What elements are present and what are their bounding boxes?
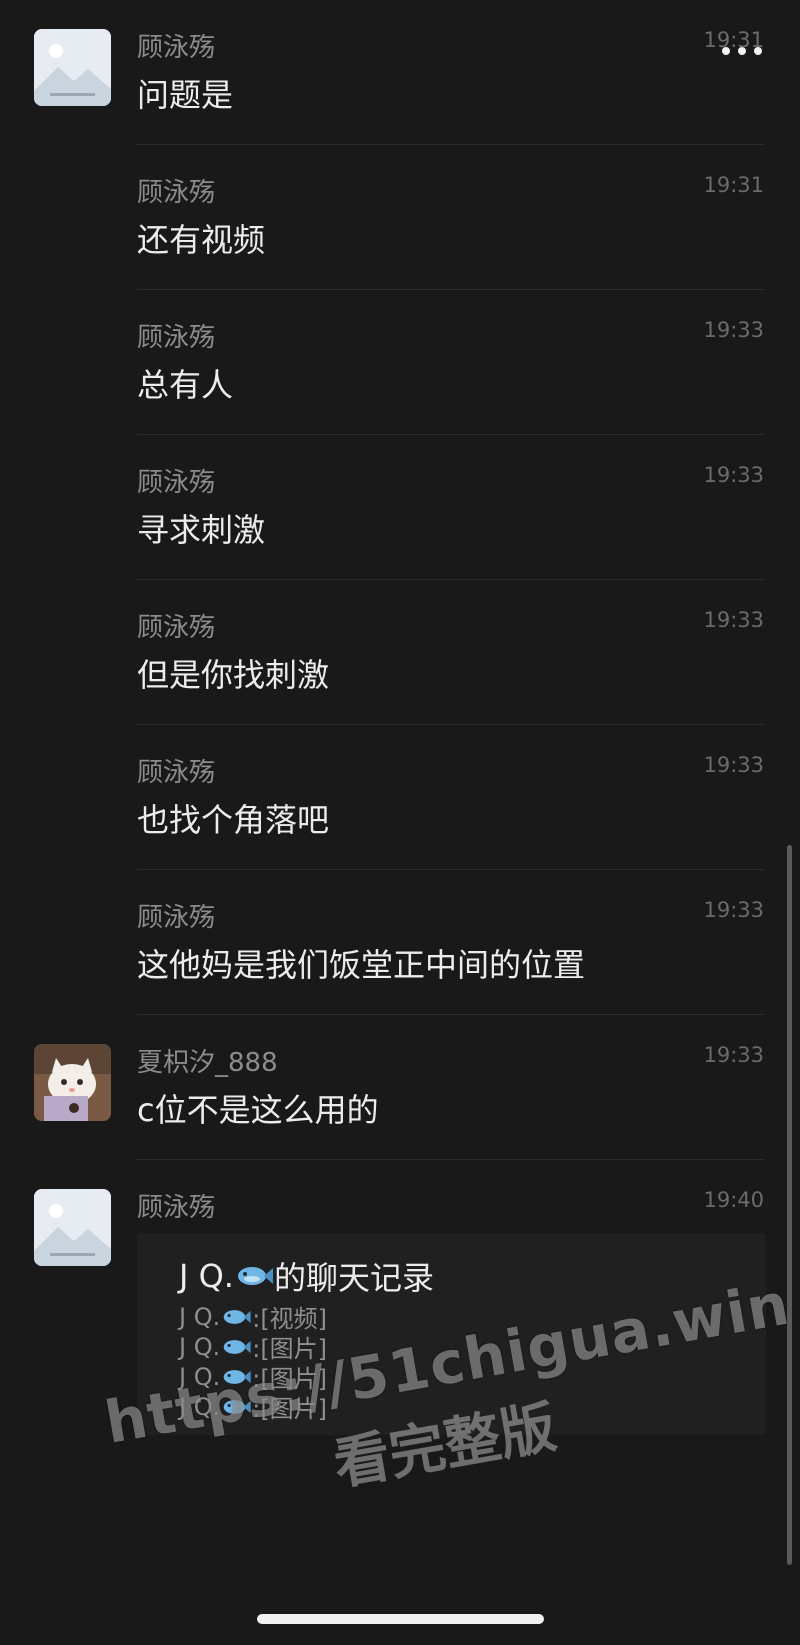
message-item[interactable]: 顾泳殇 19:33 也找个角落吧 <box>0 725 800 870</box>
message-text[interactable]: 总有人 <box>137 360 233 406</box>
chat-record-title: J Q. 的聊天记录 <box>179 1253 434 1299</box>
message-time: 19:33 <box>703 1043 764 1067</box>
message-item[interactable]: 顾泳殇 19:31 还有视频 <box>0 145 800 290</box>
message-time: 19:31 <box>703 173 764 197</box>
sender-name: 顾泳殇 <box>137 323 216 353</box>
record-line-name: J Q. <box>179 1302 221 1331</box>
fish-icon <box>223 1309 251 1324</box>
landscape-placeholder-icon <box>34 29 111 106</box>
cat-photo-icon <box>34 1044 111 1121</box>
message-text[interactable]: 还有视频 <box>137 215 265 261</box>
message-time: 19:31 <box>703 28 764 52</box>
message-text[interactable]: c位不是这么用的 <box>137 1085 379 1131</box>
message-item[interactable]: 夏枳汐_888 19:33 c位不是这么用的 <box>0 1015 800 1160</box>
record-line-name: J Q. <box>179 1392 221 1421</box>
record-line-name: J Q. <box>179 1362 221 1391</box>
chat-history-screen: 顾泳殇 19:31 问题是 顾泳殇 19:31 还有视频 顾泳殇 19:33 总… <box>0 0 800 1645</box>
message-item[interactable]: 顾泳殇 19:33 这他妈是我们饭堂正中间的位置 <box>0 870 800 1015</box>
chat-record-card[interactable]: J Q. 的聊天记录 J Q. :[视频] J Q.:[图片] J Q.:[… <box>137 1233 766 1435</box>
message-time: 19:33 <box>703 898 764 922</box>
message-time: 19:33 <box>703 753 764 777</box>
fish-icon <box>237 1267 273 1285</box>
sender-name: 顾泳殇 <box>137 758 216 788</box>
message-text[interactable]: 寻求刺激 <box>137 505 265 551</box>
chat-record-suffix: 的聊天记录 <box>273 1259 434 1297</box>
message-item[interactable]: 顾泳殇 19:33 总有人 <box>0 290 800 435</box>
sender-name: 顾泳殇 <box>137 1193 216 1223</box>
message-time: 19:33 <box>703 463 764 487</box>
record-line-content: :[图片] <box>252 1395 328 1423</box>
fish-icon <box>223 1399 251 1414</box>
message-item[interactable]: 顾泳殇 19:33 但是你找刺激 <box>0 580 800 725</box>
sender-name: 顾泳殇 <box>137 468 216 498</box>
chat-record-line: J Q. :[图片] <box>179 1389 327 1424</box>
chat-record-name: J Q. <box>179 1257 234 1295</box>
sender-name: 顾泳殇 <box>137 613 216 643</box>
sender-name: 顾泳殇 <box>137 903 216 933</box>
sender-name: 顾泳殇 <box>137 178 216 208</box>
message-text[interactable]: 问题是 <box>137 70 233 116</box>
scrollbar[interactable] <box>787 845 792 1565</box>
record-line-name: J Q. <box>179 1332 221 1361</box>
message-time: 19:33 <box>703 608 764 632</box>
avatar[interactable] <box>34 29 111 106</box>
fish-icon <box>223 1369 251 1384</box>
message-text[interactable]: 但是你找刺激 <box>137 650 329 696</box>
message-item[interactable]: 顾泳殇 19:31 问题是 <box>0 0 800 145</box>
landscape-placeholder-icon <box>34 1189 111 1266</box>
fish-icon <box>223 1339 251 1354</box>
home-indicator[interactable] <box>257 1614 544 1624</box>
avatar[interactable] <box>34 1189 111 1266</box>
message-time: 19:40 <box>703 1188 764 1212</box>
sender-name: 夏枳汐_888 <box>137 1048 278 1078</box>
message-item[interactable]: 顾泳殇 19:33 寻求刺激 <box>0 435 800 580</box>
sender-name: 顾泳殇 <box>137 33 216 63</box>
message-time: 19:33 <box>703 318 764 342</box>
avatar[interactable] <box>34 1044 111 1121</box>
message-text[interactable]: 也找个角落吧 <box>137 795 329 841</box>
message-text[interactable]: 这他妈是我们饭堂正中间的位置 <box>137 940 585 986</box>
